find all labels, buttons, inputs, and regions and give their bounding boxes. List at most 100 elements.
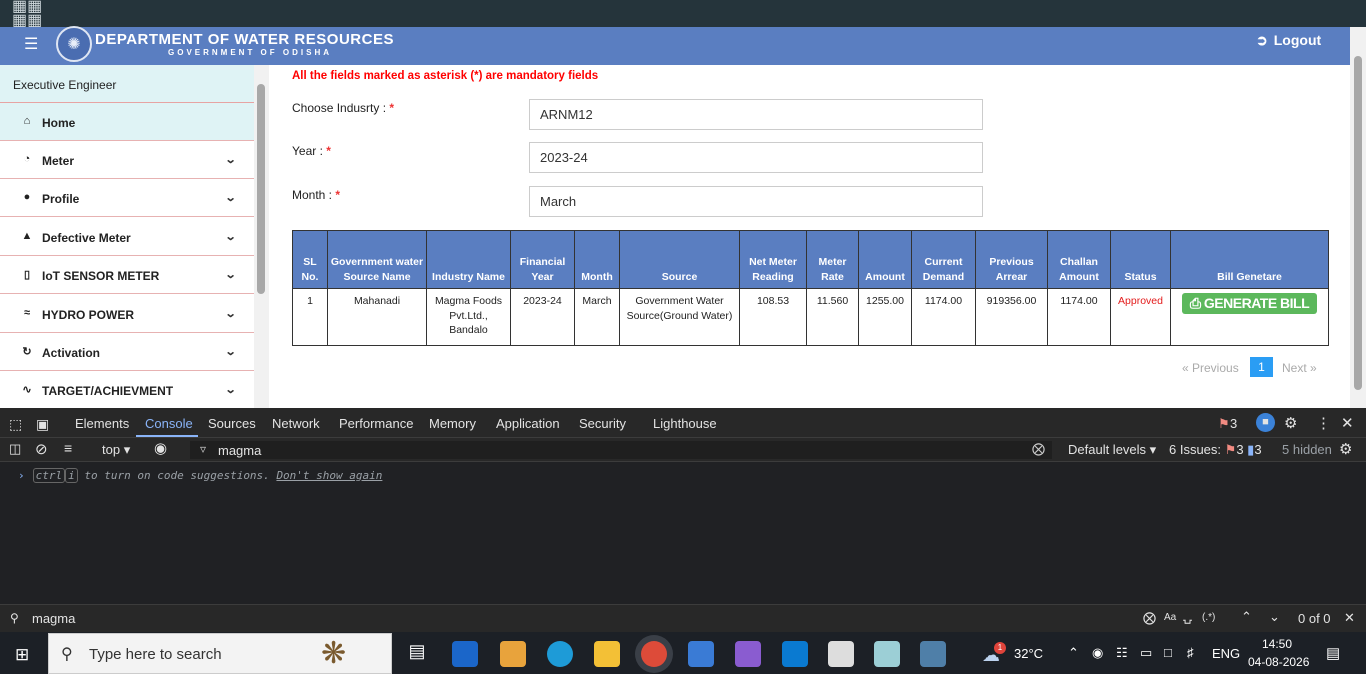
console-filter-input[interactable]: ▿ magma ⨂ xyxy=(190,441,1052,459)
clock-date[interactable]: 04-08-2026 xyxy=(1248,655,1309,669)
match-case-toggle[interactable]: Aa xyxy=(1164,612,1176,623)
pagination-previous[interactable]: « Previous xyxy=(1182,361,1239,375)
month-select[interactable]: March xyxy=(529,186,983,217)
pagination-page-1[interactable]: 1 xyxy=(1250,357,1273,377)
log-levels-select[interactable]: Default levels ▾ xyxy=(1068,442,1156,458)
search-next-icon[interactable]: ⌄ xyxy=(1269,609,1280,625)
close-icon[interactable]: ✕ xyxy=(1341,414,1354,432)
tab-elements[interactable]: Elements xyxy=(75,416,129,431)
logout-button[interactable]: ➲ Logout xyxy=(1256,32,1327,49)
file-explorer-icon[interactable] xyxy=(594,641,620,667)
database-icon[interactable] xyxy=(920,641,946,667)
notepad-icon[interactable] xyxy=(874,641,900,667)
console-settings-gear-icon[interactable]: ⚙ xyxy=(1339,440,1352,458)
industry-select[interactable]: ARNM12 xyxy=(529,99,983,130)
tab-lighthouse[interactable]: Lighthouse xyxy=(653,416,717,431)
tab-network[interactable]: Network xyxy=(272,416,320,431)
tab-console[interactable]: Console xyxy=(145,416,193,431)
clear-filter-icon[interactable]: ⨂ xyxy=(1032,441,1045,457)
sidebar-item-home[interactable]: ⌂ Home xyxy=(0,103,254,141)
water-icon: ≈ xyxy=(23,307,31,319)
sidebar-item-label: Activation xyxy=(42,346,101,360)
ai-assistance-icon[interactable]: ■ xyxy=(1256,413,1275,432)
taskbar-search-box[interactable]: ⚲ Type here to search ❋ xyxy=(48,633,392,674)
issues-flag-icon[interactable]: ⚑ xyxy=(1218,416,1230,432)
device-toolbar-icon[interactable]: ▣ xyxy=(36,416,49,433)
clear-console-icon[interactable]: ⊘ xyxy=(35,440,48,458)
battery-icon[interactable]: ▭ xyxy=(1140,645,1152,661)
sidebar-scrollbar-thumb[interactable] xyxy=(257,84,265,294)
cell-current-demand: 1174.00 xyxy=(911,288,976,346)
issues-summary[interactable]: 6 Issues: ⚑3 ▮3 xyxy=(1169,442,1262,458)
sidebar-item-label: Meter xyxy=(42,154,75,168)
sidebar-item-defective-meter[interactable]: ▲ Defective Meter ⌄ xyxy=(0,218,254,256)
sidebar-toggle-icon[interactable]: ◫ xyxy=(9,441,21,457)
filter-toggle-icon[interactable]: ≡ xyxy=(64,440,72,456)
tray-device-icon[interactable]: ☷ xyxy=(1116,645,1128,661)
sidebar-item-activation[interactable]: ↻ Activation ⌄ xyxy=(0,333,254,371)
odisha-emblem-logo: ✺ xyxy=(56,26,92,62)
notifications-icon[interactable]: ▤ xyxy=(1326,644,1340,662)
weather-badge: 1 xyxy=(994,642,1006,654)
tab-memory[interactable]: Memory xyxy=(429,416,476,431)
tab-application[interactable]: Application xyxy=(496,416,560,431)
site-title: DEPARTMENT OF WATER RESOURCES xyxy=(95,31,394,48)
table-row: 1 Mahanadi Magma Foods Pvt.Ltd., Bandalo… xyxy=(292,288,1329,346)
vscode-icon[interactable] xyxy=(782,641,808,667)
tab-sources[interactable]: Sources xyxy=(208,416,256,431)
store-icon[interactable] xyxy=(500,641,526,667)
windows-start-icon[interactable]: ⊞ xyxy=(15,645,29,665)
search-input[interactable]: magma xyxy=(32,611,75,626)
col-header: Bill Genetare xyxy=(1170,230,1329,289)
cell-sl: 1 xyxy=(292,288,328,346)
volume-muted-icon[interactable]: ♯ xyxy=(1187,645,1194,660)
language-indicator[interactable]: ENG xyxy=(1212,646,1240,661)
task-view-icon[interactable]: ▤ xyxy=(404,641,430,667)
chart-line-icon: ∿ xyxy=(22,384,32,396)
year-select[interactable]: 2023-24 xyxy=(529,142,983,173)
window-app-icon[interactable] xyxy=(828,641,854,667)
chevron-down-icon: ⌄ xyxy=(224,384,237,396)
tray-app-icon[interactable]: ◉ xyxy=(1092,645,1103,661)
sidebar-item-hydro-power[interactable]: ≈ HYDRO POWER ⌄ xyxy=(0,295,254,333)
edge-icon[interactable] xyxy=(547,641,573,667)
apps-grid-icon[interactable]: ▦▦ ▦▦ xyxy=(12,0,42,29)
clock-time[interactable]: 14:50 xyxy=(1262,637,1292,651)
inspect-element-icon[interactable]: ⬚ xyxy=(9,416,22,433)
clear-search-icon[interactable]: ⨂ xyxy=(1143,610,1156,626)
outlook-icon[interactable] xyxy=(452,641,478,667)
network-icon[interactable]: □ xyxy=(1164,645,1172,660)
cell-month: March xyxy=(574,288,620,346)
close-search-icon[interactable]: ✕ xyxy=(1344,610,1355,626)
tab-security[interactable]: Security xyxy=(579,416,626,431)
gear-icon[interactable]: ⚙ xyxy=(1284,414,1297,432)
console-output[interactable] xyxy=(0,462,1366,604)
visual-studio-icon[interactable] xyxy=(735,641,761,667)
weather-temp[interactable]: 32°C xyxy=(1014,646,1043,661)
regex-toggle[interactable]: (.*) xyxy=(1202,612,1215,623)
sidebar-item-iot-sensor-meter[interactable]: ▯ IoT SENSOR METER ⌄ xyxy=(0,256,254,294)
sidebar-item-target-achievment[interactable]: ∿ TARGET/ACHIEVMENT ⌄ xyxy=(0,371,254,408)
whole-word-toggle[interactable]: ⍽ xyxy=(1183,610,1192,624)
search-match-count: 0 of 0 xyxy=(1298,611,1331,626)
dont-show-again-link[interactable]: Don't show again xyxy=(276,469,382,482)
hamburger-menu-icon[interactable]: ☰ xyxy=(24,35,38,55)
eye-icon[interactable]: ◉ xyxy=(154,439,167,457)
generate-bill-button[interactable]: ⎙ GENERATE BILL xyxy=(1181,293,1318,314)
prompt-chevron-icon: › xyxy=(18,469,25,482)
chrome-icon[interactable] xyxy=(641,641,667,667)
tab-performance[interactable]: Performance xyxy=(339,416,413,431)
page-scrollbar-thumb[interactable] xyxy=(1354,56,1362,390)
show-hidden-icons-icon[interactable]: ⌃ xyxy=(1068,645,1079,661)
issues-badge[interactable]: 3 xyxy=(1230,416,1237,431)
sidebar-item-meter[interactable]: ◔ Meter ⌄ xyxy=(0,141,254,179)
more-options-icon[interactable]: ⋮ xyxy=(1316,414,1331,432)
bill-table: SL No. Government water Source Name Indu… xyxy=(292,230,1329,346)
sidebar-item-label: TARGET/ACHIEVMENT xyxy=(42,384,174,398)
chevron-down-icon: ⌄ xyxy=(224,346,237,358)
sidebar-item-profile[interactable]: ● Profile ⌄ xyxy=(0,179,254,217)
app-icon[interactable] xyxy=(688,641,714,667)
context-select[interactable]: top ▾ xyxy=(102,442,130,458)
search-prev-icon[interactable]: ⌃ xyxy=(1241,609,1252,625)
pagination-next[interactable]: Next » xyxy=(1282,361,1317,375)
